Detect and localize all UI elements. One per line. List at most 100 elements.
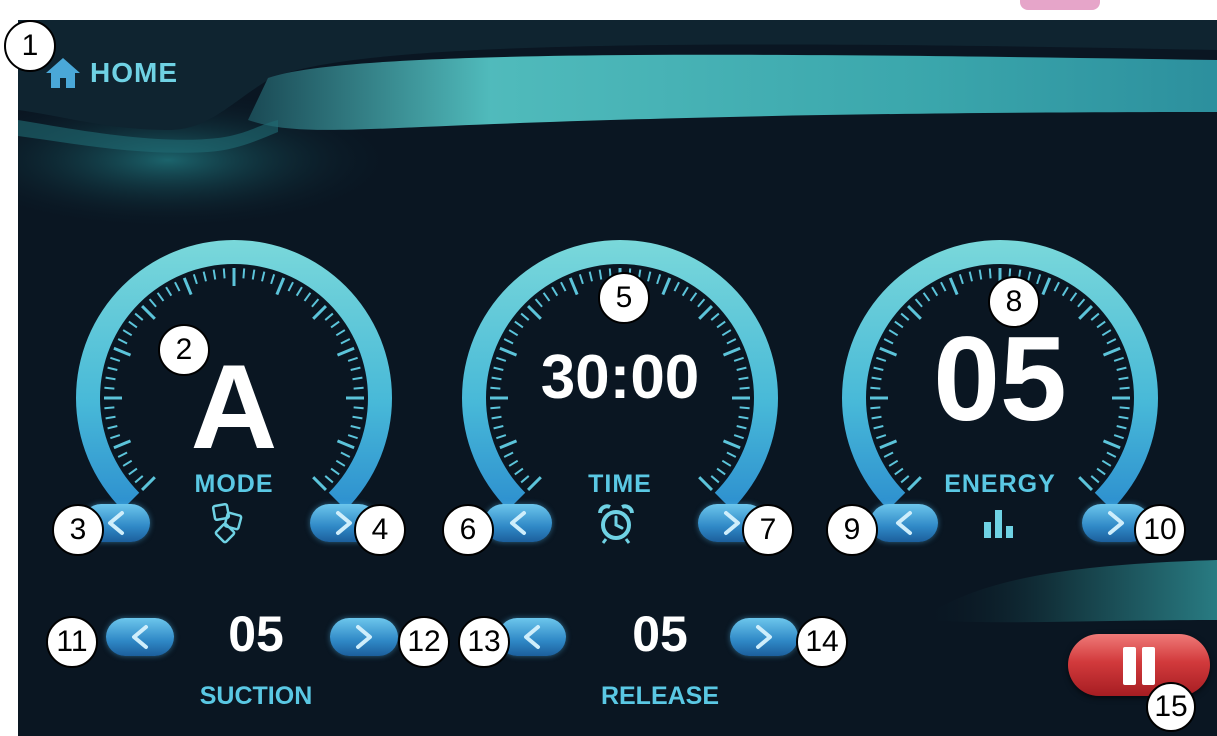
gauge-tick (514, 320, 524, 329)
release-value: 05 (632, 606, 688, 662)
gauge-tick (689, 292, 698, 302)
pink-corner-decoration (1020, 0, 1100, 10)
gauge-tick (141, 305, 156, 320)
gauge-tick (311, 298, 320, 308)
gauge-tick (222, 268, 226, 279)
pause-button[interactable] (1068, 634, 1210, 696)
gauge-tick (508, 329, 519, 337)
gauge-tick (312, 305, 327, 320)
suction-increase-button[interactable] (330, 618, 398, 656)
gauge-tick (496, 434, 507, 440)
gauge-tick (721, 329, 732, 337)
gauge-tick (721, 459, 732, 467)
suction-value: 05 (228, 606, 284, 662)
gauge-tick (968, 271, 973, 282)
cubes-icon (211, 502, 243, 544)
gauge-tick (182, 277, 193, 296)
callout-3: 3 (52, 504, 104, 556)
gauge-tick (883, 451, 894, 458)
gauge-tick (134, 312, 144, 321)
chevron-left-icon (510, 511, 526, 535)
callout-5: 5 (598, 272, 650, 324)
alarm-clock-icon (598, 504, 634, 544)
gauge-tick (1061, 286, 1069, 297)
mode-label: MODE (194, 470, 274, 498)
gauge-tick (733, 434, 744, 440)
callout-6: 6 (442, 504, 494, 556)
gauge-tick (588, 271, 593, 282)
gauge-tick (1041, 277, 1052, 296)
callout-4: 4 (354, 504, 406, 556)
time-decrease-button[interactable] (484, 504, 552, 542)
gauge-tick (534, 298, 543, 308)
gauge-tick (520, 312, 530, 321)
gauge-tick (491, 415, 502, 420)
home-label: HOME (90, 57, 178, 88)
gauge-tick (242, 268, 246, 279)
gauge-tick (560, 281, 567, 292)
gauge-tick (324, 312, 334, 321)
bar-chart-icon (984, 510, 1013, 538)
gauge-tick (542, 292, 551, 302)
gauge-tick (647, 271, 652, 282)
gauge-tick (122, 329, 133, 337)
gauge-tick (958, 274, 964, 285)
chevron-left-icon (896, 511, 912, 535)
release-label: RELEASE (600, 682, 720, 710)
gauge-tick (698, 305, 713, 320)
gauge-tick (578, 274, 584, 285)
time-value: 30:00 (540, 343, 700, 412)
gauge-tick (726, 451, 737, 458)
gauge-tick (156, 292, 165, 302)
callout-13: 13 (458, 616, 510, 668)
mode-value: A (190, 340, 278, 474)
gauge-tick (499, 439, 518, 450)
gauge-tick (493, 425, 504, 430)
gauge-tick (978, 269, 983, 280)
callout-15: 15 (1146, 682, 1196, 732)
callout-2: 2 (158, 324, 210, 376)
gauge-tick (192, 274, 198, 285)
gauge-tick (1053, 281, 1060, 292)
pause-icon-bar (1142, 647, 1155, 685)
gauge-tick (270, 274, 276, 285)
gauge-tick (931, 286, 939, 297)
gauge-tick (681, 286, 689, 297)
energy-decrease-button[interactable] (870, 504, 938, 542)
callout-12: 12 (398, 616, 450, 668)
gauge-tick (656, 274, 662, 285)
gauge-tick (503, 451, 514, 458)
callout-1: 1 (4, 20, 56, 72)
gauge-tick (275, 277, 286, 296)
suction-decrease-button[interactable] (106, 618, 174, 656)
gauge-tick (940, 281, 947, 292)
gauge-tick (673, 281, 680, 292)
time-label: TIME (588, 470, 652, 498)
gauge-tick (508, 459, 519, 467)
gauge-tick (1077, 298, 1086, 308)
gauge-tick (736, 425, 747, 430)
gauge-tick (251, 269, 256, 280)
gauge-tick (716, 320, 726, 329)
mode-gauge: A MODE (64, 228, 404, 518)
gauge-tick (202, 271, 207, 282)
gauge-tick (710, 312, 720, 321)
gauge-tick (697, 298, 706, 308)
callout-10: 10 (1134, 504, 1186, 556)
energy-label: ENERGY (944, 470, 1056, 498)
gauge-tick (165, 286, 173, 297)
gauge-tick (261, 271, 266, 282)
gauge-tick (948, 277, 959, 296)
home-link[interactable]: HOME (44, 56, 178, 90)
gauge-tick (295, 286, 303, 297)
pause-icon (1123, 647, 1136, 685)
gauge-tick (330, 320, 340, 329)
gauge-tick (922, 292, 931, 302)
gauge-tick (335, 329, 346, 337)
energy-gauge: 05 ENERGY (830, 228, 1170, 518)
gauge-tick (988, 268, 992, 279)
release-increase-button[interactable] (730, 618, 798, 656)
gauge-tick (128, 320, 138, 329)
callout-9: 9 (826, 504, 878, 556)
gauge-tick (148, 298, 157, 308)
